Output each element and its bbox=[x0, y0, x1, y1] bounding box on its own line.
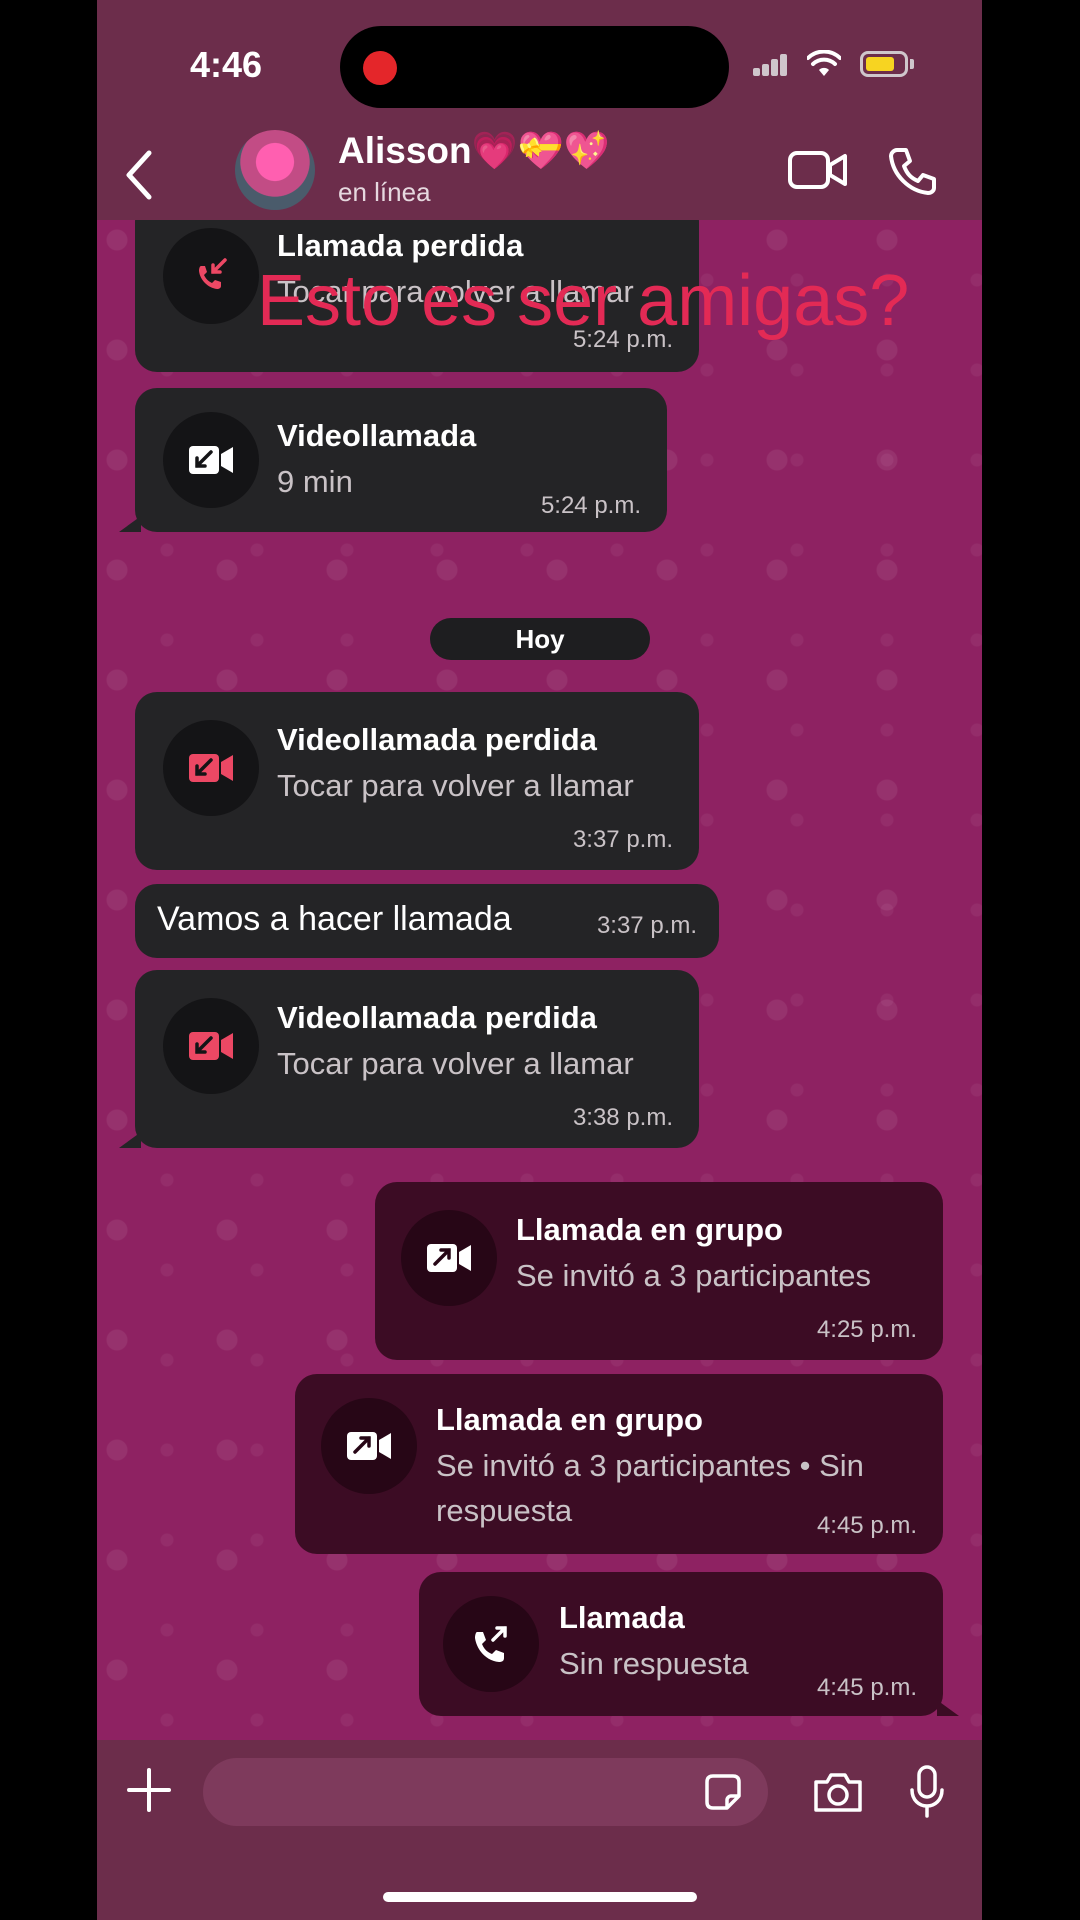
call-title: Videollamada perdida bbox=[277, 722, 597, 757]
call-title: Llamada en grupo bbox=[436, 1402, 703, 1437]
message-group-call[interactable]: Llamada en grupo Se invitó a 3 participa… bbox=[375, 1182, 943, 1360]
missed-video-icon bbox=[189, 754, 233, 782]
call-subtitle-line1: Se invitó a 3 participantes • Sin bbox=[436, 1448, 864, 1483]
call-title: Llamada en grupo bbox=[516, 1212, 783, 1247]
missed-call-icon bbox=[199, 258, 227, 289]
call-subtitle-line2: respuesta bbox=[436, 1493, 573, 1528]
call-subtitle: Se invitó a 3 participantes bbox=[516, 1258, 871, 1293]
dynamic-island bbox=[340, 26, 729, 108]
outgoing-video-icon bbox=[427, 1244, 471, 1272]
message-input[interactable] bbox=[203, 1758, 768, 1826]
message-voice-call[interactable]: Llamada Sin respuesta 4:45 p.m. bbox=[419, 1572, 943, 1716]
message-text[interactable]: Vamos a hacer llamada 3:37 p.m. bbox=[135, 884, 719, 958]
message-time: 4:45 p.m. bbox=[816, 1512, 917, 1539]
call-title: Llamada perdida bbox=[277, 228, 524, 263]
call-subtitle: Sin respuesta bbox=[559, 1646, 749, 1681]
recording-indicator-icon bbox=[363, 51, 397, 85]
date-separator: Hoy bbox=[430, 618, 650, 660]
chat-area[interactable]: Llamada perdida Tocar para volver a llam… bbox=[97, 220, 982, 1740]
home-indicator[interactable] bbox=[383, 1892, 697, 1902]
sticker-icon[interactable] bbox=[701, 1770, 745, 1814]
call-title: Llamada bbox=[559, 1600, 685, 1635]
message-time: 3:37 p.m. bbox=[596, 912, 697, 939]
message-time: 4:25 p.m. bbox=[816, 1316, 917, 1343]
message-time: 3:37 p.m. bbox=[572, 826, 673, 853]
status-time: 4:46 bbox=[190, 44, 263, 85]
top-bar: 4:46 Alisson💗💝💖 en línea bbox=[97, 0, 982, 220]
message-video-call[interactable]: Videollamada 9 min 5:24 p.m. bbox=[135, 388, 667, 532]
incoming-video-icon bbox=[189, 446, 233, 474]
cellular-signal-icon bbox=[753, 54, 787, 76]
input-bar bbox=[97, 1740, 982, 1920]
message-group-call[interactable]: Llamada en grupo Se invitó a 3 participa… bbox=[295, 1374, 943, 1554]
video-call-button[interactable] bbox=[787, 148, 849, 192]
call-title: Videollamada perdida bbox=[277, 1000, 597, 1035]
contact-status: en línea bbox=[338, 177, 431, 207]
message-time: 3:38 p.m. bbox=[572, 1104, 673, 1131]
back-chevron-icon[interactable] bbox=[115, 145, 165, 205]
outgoing-call-icon bbox=[475, 1626, 507, 1662]
call-subtitle: 9 min bbox=[277, 464, 353, 499]
call-subtitle: Tocar para volver a llamar bbox=[277, 768, 634, 803]
camera-icon[interactable] bbox=[811, 1770, 865, 1814]
plus-icon[interactable] bbox=[125, 1766, 173, 1814]
missed-video-icon bbox=[189, 1032, 233, 1060]
wifi-icon bbox=[807, 50, 841, 76]
contact-name[interactable]: Alisson💗💝💖 bbox=[338, 130, 610, 173]
microphone-icon[interactable] bbox=[907, 1764, 947, 1820]
message-missed-video-call[interactable]: Videollamada perdida Tocar para volver a… bbox=[135, 692, 699, 870]
avatar[interactable] bbox=[235, 130, 315, 210]
battery-icon bbox=[860, 51, 908, 77]
overlay-caption: Esto es ser amigas? bbox=[257, 261, 910, 341]
outgoing-video-icon bbox=[347, 1432, 391, 1460]
call-subtitle: Tocar para volver a llamar bbox=[277, 1046, 634, 1081]
message-time: 5:24 p.m. bbox=[540, 492, 641, 519]
phone-screen: 4:46 Alisson💗💝💖 en línea Llamada perdida… bbox=[97, 0, 982, 1920]
message-missed-video-call[interactable]: Videollamada perdida Tocar para volver a… bbox=[135, 970, 699, 1148]
message-time: 4:45 p.m. bbox=[816, 1674, 917, 1701]
voice-call-button[interactable] bbox=[887, 145, 939, 197]
message-text-content: Vamos a hacer llamada bbox=[157, 900, 512, 938]
call-title: Videollamada bbox=[277, 418, 477, 453]
